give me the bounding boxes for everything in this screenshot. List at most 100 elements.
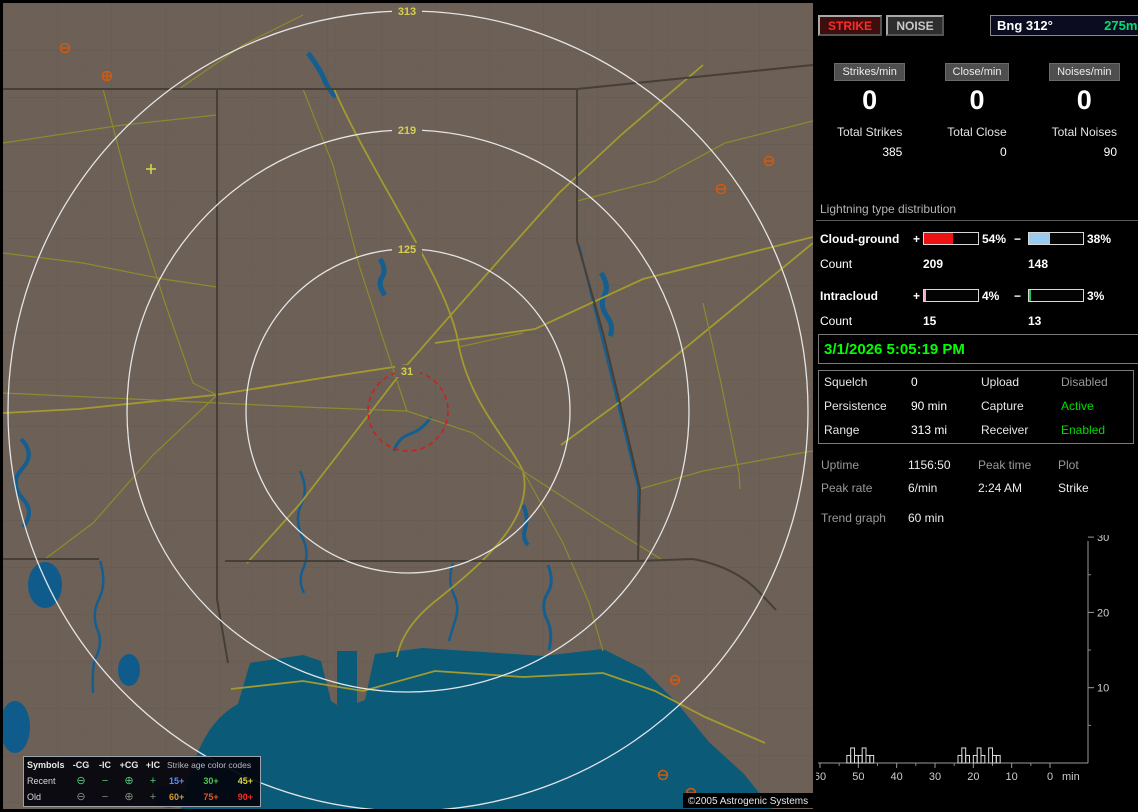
strikes-per-min-badge: Strikes/min xyxy=(834,63,905,81)
legend-col-neg-cg: -CG xyxy=(72,760,90,770)
age-code-75: 75+ xyxy=(203,792,219,802)
upload-label: Upload xyxy=(981,375,1020,389)
mode-toolbar: STRIKE NOISE Bng 312° 275mi xyxy=(816,15,1138,37)
cloud-ground-count-row: Count 209 148 xyxy=(816,254,1138,278)
intracloud-label: Intracloud xyxy=(820,289,879,303)
plus-icon: + xyxy=(149,774,157,787)
trend-graph: 60 50 40 30 20 10 0 min 10 20 30 xyxy=(816,535,1109,783)
age-code-45: 45+ xyxy=(237,776,253,786)
status-row: Peak rate 6/min 2:24 AM Strike xyxy=(816,481,1138,504)
age-code-15: 15+ xyxy=(169,776,185,786)
svg-text:min: min xyxy=(1062,771,1080,783)
datetime-text: 3/1/2026 5:05:19 PM xyxy=(824,340,965,358)
ic-neg-count: 13 xyxy=(1028,314,1042,328)
cloud-ground-row: Cloud-ground + 54% − 38% xyxy=(816,228,1138,254)
close-per-min-badge: Close/min xyxy=(944,63,1010,81)
legend-symbols-header: Symbols xyxy=(27,760,65,770)
plus-sign: + xyxy=(913,232,921,246)
pos-cg-strike-icon xyxy=(101,70,113,82)
circle-plus-icon: ⊕ xyxy=(124,790,134,803)
peak-rate-label: Peak rate xyxy=(821,481,873,495)
right-panel: STRIKE NOISE Bng 312° 275mi Strikes/min … xyxy=(816,0,1138,812)
settings-row: Range 313 mi Receiver Enabled xyxy=(819,423,1133,443)
lightning-distribution: Lightning type distribution Cloud-ground… xyxy=(816,196,1138,335)
legend-col-pos-ic: +IC xyxy=(145,760,161,770)
total-close-label: Total Close xyxy=(947,125,1007,139)
plot-value: Strike xyxy=(1058,481,1089,495)
legend-recent-label: Recent xyxy=(27,776,56,786)
strike-button[interactable]: STRIKE xyxy=(818,15,882,36)
map-canvas: 313 219 125 31 ©2005 Astrogenic Systems xyxy=(3,3,813,809)
peak-time-label: Peak time xyxy=(978,458,1032,472)
range-label: Range xyxy=(824,423,860,437)
total-noises-value: 90 xyxy=(1103,145,1117,159)
count-label: Count xyxy=(820,314,853,328)
ic-pos-percent: 4% xyxy=(982,289,1000,303)
svg-text:30: 30 xyxy=(1097,535,1109,544)
plus-sign: + xyxy=(913,289,921,303)
noises-per-min-badge: Noises/min xyxy=(1049,63,1120,81)
total-close-value: 0 xyxy=(999,145,1007,159)
svg-text:40: 40 xyxy=(891,771,903,783)
distribution-title: Lightning type distribution xyxy=(816,196,1138,221)
ic-neg-percent: 3% xyxy=(1087,289,1105,303)
cloud-ground-label: Cloud-ground xyxy=(820,232,900,246)
receiver-status: Enabled xyxy=(1061,423,1106,437)
legend-recent-row: Recent ⊖ − ⊕ + 15+ 30+ 45+ xyxy=(24,773,260,789)
close-counter: Close/min 0 Total Close 0 xyxy=(923,62,1030,161)
circle-minus-icon: ⊖ xyxy=(76,774,86,787)
cg-pos-count: 209 xyxy=(923,257,944,271)
ring-label-125: 125 xyxy=(398,244,416,256)
svg-text:0: 0 xyxy=(1047,771,1053,783)
noise-button[interactable]: NOISE xyxy=(886,15,944,36)
intracloud-count-row: Count 15 13 xyxy=(816,311,1138,335)
peak-rate-value: 6/min xyxy=(908,481,938,495)
total-noises-label: Total Noises xyxy=(1051,125,1117,139)
svg-text:20: 20 xyxy=(967,771,979,783)
noises-counter: Noises/min 0 Total Noises 90 xyxy=(1031,62,1138,161)
legend-old-label: Old xyxy=(27,792,42,802)
legend-old-row: Old ⊖ − ⊕ + 60+ 75+ 90+ xyxy=(24,789,260,805)
upload-status: Disabled xyxy=(1061,375,1108,389)
svg-text:50: 50 xyxy=(852,771,864,783)
cg-neg-count: 148 xyxy=(1028,257,1049,271)
total-strikes-label: Total Strikes xyxy=(836,125,903,139)
settings-row: Persistence 90 min Capture Active xyxy=(819,399,1133,419)
strikes-counter: Strikes/min 0 Total Strikes 385 xyxy=(816,62,923,161)
minus-sign: − xyxy=(1014,232,1022,246)
circle-plus-icon: ⊕ xyxy=(124,774,134,787)
ring-label-219: 219 xyxy=(398,125,416,137)
rate-counters: Strikes/min 0 Total Strikes 385 Close/mi… xyxy=(816,62,1138,161)
ic-pos-gauge xyxy=(923,289,979,302)
lightning-map[interactable]: 313 219 125 31 ©2005 Astrogenic Systems … xyxy=(3,3,813,809)
ring-label-313: 313 xyxy=(398,6,416,18)
ic-neg-gauge xyxy=(1028,289,1084,302)
persistence-label: Persistence xyxy=(824,399,887,413)
intracloud-row: Intracloud + 4% − 3% xyxy=(816,285,1138,311)
age-code-90: 90+ xyxy=(237,792,253,802)
plus-icon: + xyxy=(149,790,157,803)
capture-label: Capture xyxy=(981,399,1024,413)
svg-text:20: 20 xyxy=(1097,607,1109,619)
receiver-label: Receiver xyxy=(981,423,1029,437)
cg-pos-percent: 54% xyxy=(982,232,1007,246)
capture-status: Active xyxy=(1061,399,1094,413)
persistence-value: 90 min xyxy=(911,399,948,413)
status-row: Trend graph 60 min xyxy=(816,511,1138,534)
minus-icon: − xyxy=(101,774,109,787)
svg-text:60: 60 xyxy=(816,771,826,783)
close-per-min-value: 0 xyxy=(969,85,985,115)
datetime-display: 3/1/2026 5:05:19 PM xyxy=(818,334,1138,364)
uptime-label: Uptime xyxy=(821,458,860,472)
status-row: Uptime 1156:50 Peak time Plot xyxy=(816,458,1138,481)
legend-age-header: Strike age color codes xyxy=(167,760,252,770)
svg-text:10: 10 xyxy=(1097,683,1109,695)
strikes-per-min-value: 0 xyxy=(862,85,878,115)
legend-col-neg-ic: -IC xyxy=(99,760,111,770)
cg-pos-gauge xyxy=(923,232,979,245)
plot-label: Plot xyxy=(1058,458,1079,472)
svg-text:10: 10 xyxy=(1006,771,1018,783)
minus-icon: − xyxy=(101,790,109,803)
bearing-display: Bng 312° 275mi xyxy=(990,15,1138,36)
range-value: 313 mi xyxy=(911,423,948,437)
